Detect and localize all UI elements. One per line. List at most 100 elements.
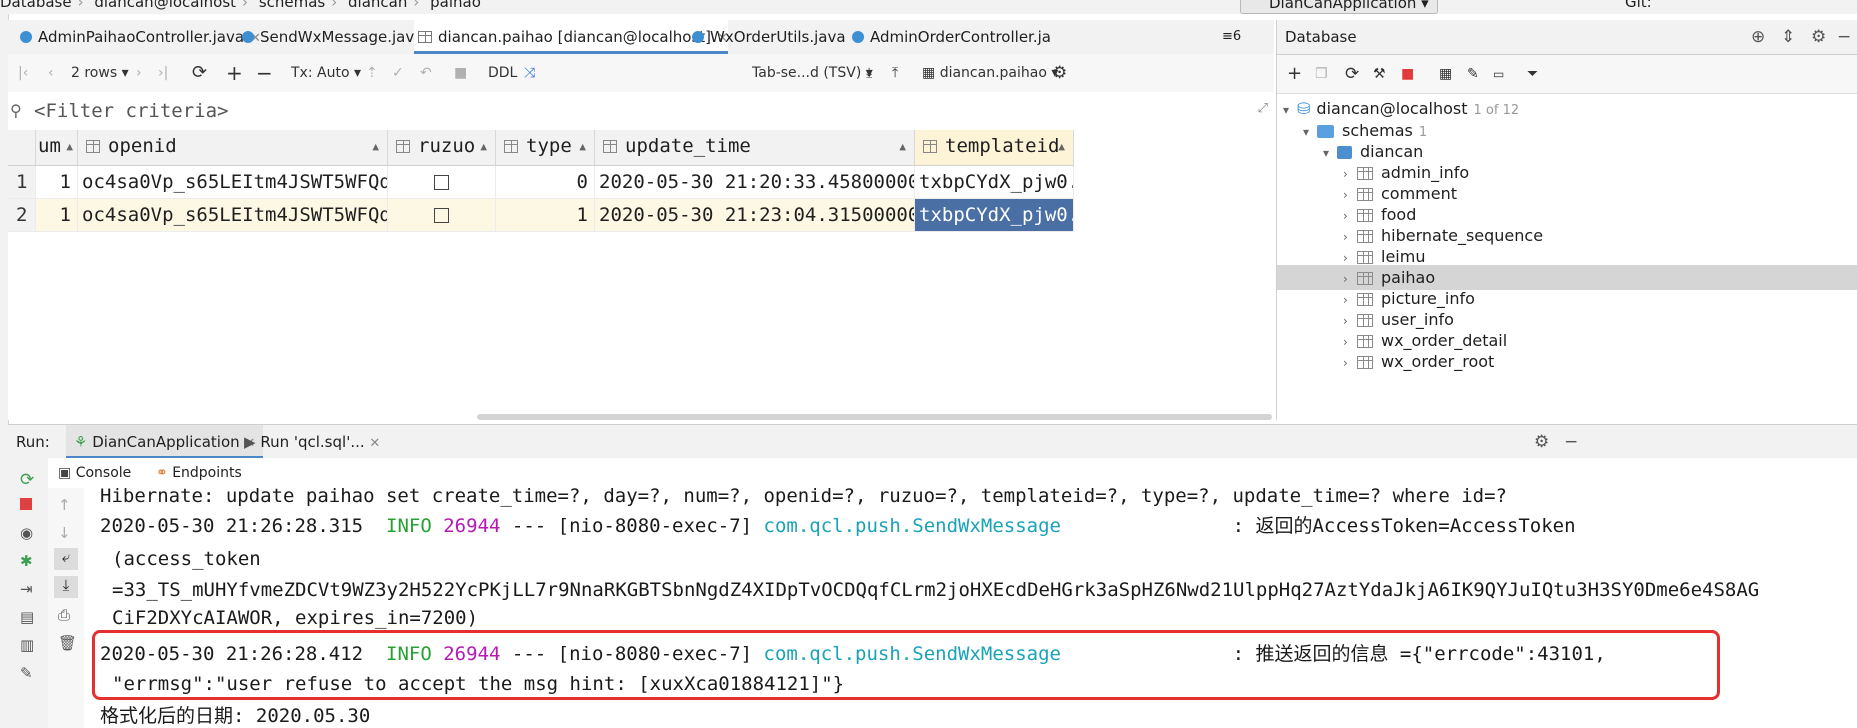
sort-icon[interactable]: ▲▼ bbox=[899, 131, 906, 165]
export-format-select[interactable]: Tab-se...d (TSV) ▾ bbox=[752, 54, 873, 92]
row-number[interactable]: 1 bbox=[8, 166, 36, 199]
copy-icon[interactable]: ❐ bbox=[1315, 55, 1328, 93]
sort-icon[interactable]: ▲▼ bbox=[372, 131, 379, 165]
sql-console-icon[interactable]: ▭ bbox=[1493, 55, 1504, 93]
trash-icon[interactable]: 🗑 bbox=[58, 634, 77, 652]
delete-row-icon[interactable]: − bbox=[256, 54, 273, 92]
filter-icon[interactable]: ⏷ bbox=[1527, 55, 1538, 93]
layout-icon[interactable]: ▤ bbox=[20, 608, 36, 626]
gear-icon[interactable]: ⚙ bbox=[1534, 425, 1549, 459]
up-arrow-icon[interactable]: ↑ bbox=[58, 496, 74, 514]
cell-templateid[interactable]: txbpCYdX_pjw0... bbox=[915, 166, 1074, 199]
cell-num[interactable]: 1 bbox=[36, 199, 78, 232]
add-icon[interactable]: + bbox=[1287, 55, 1302, 93]
commit-icon[interactable]: ⇡ bbox=[366, 54, 378, 92]
gear-icon[interactable]: ⚙ bbox=[1811, 20, 1826, 54]
tx-mode-select[interactable]: Tx: Auto ▾ bbox=[291, 54, 361, 92]
endpoints-tab[interactable]: ⚭ Endpoints bbox=[156, 458, 242, 488]
tab-diancan-paihao[interactable]: diancan.paihao [diancan@localhost] ✕ bbox=[414, 20, 728, 54]
rerun-icon[interactable]: ⟳ bbox=[20, 470, 36, 490]
sort-icon[interactable]: ▲▼ bbox=[66, 131, 73, 165]
expand-icon[interactable]: ⤢ bbox=[1258, 90, 1268, 128]
revert-icon[interactable]: ↶ bbox=[420, 54, 432, 92]
breadcrumb-item[interactable]: diancan bbox=[348, 0, 407, 11]
prev-page-icon[interactable]: ‹ bbox=[48, 54, 54, 92]
stop-icon[interactable]: ■ bbox=[1401, 55, 1414, 93]
close-icon[interactable]: ✕ bbox=[369, 436, 380, 451]
breadcrumb-item[interactable]: diancan@localhost bbox=[94, 0, 236, 11]
cell-openid[interactable]: oc4sa0Vp_s65LEItm4JSWT5WFQds bbox=[78, 166, 388, 199]
filter-input[interactable]: <Filter criteria> bbox=[34, 92, 228, 130]
cell-type[interactable]: 1 bbox=[496, 199, 595, 232]
cell-ruzuo[interactable] bbox=[388, 166, 496, 199]
run-icon: ▶ bbox=[244, 433, 256, 451]
tab-send-wx-message[interactable]: SendWxMessage.java✕ bbox=[236, 20, 440, 54]
check-icon[interactable]: ✓ bbox=[392, 54, 404, 92]
settings-gear-icon[interactable]: ⚙ bbox=[1052, 54, 1067, 92]
column-header-ruzuo[interactable]: ruzuo▲▼ bbox=[388, 130, 496, 166]
down-arrow-icon[interactable]: ↓ bbox=[58, 524, 74, 542]
table-view-icon[interactable]: ▦ bbox=[1439, 55, 1452, 93]
checkbox[interactable] bbox=[434, 208, 449, 223]
column-header-update-time[interactable]: update_time ▲▼ bbox=[595, 130, 915, 166]
tab-wx-order-utils[interactable]: WxOrderUtils.java✕ bbox=[686, 20, 862, 54]
filter-bar[interactable]: ⚲ <Filter criteria> ⤢ bbox=[8, 92, 1274, 131]
debug-icon[interactable]: ✱ bbox=[20, 552, 36, 570]
table-reference[interactable]: ▦ diancan.paihao ▾ bbox=[922, 54, 1058, 92]
last-page-icon[interactable]: ›| bbox=[158, 54, 168, 92]
sort-icon[interactable]: ▲▼ bbox=[1058, 131, 1065, 165]
column-header-num[interactable]: um▲▼ bbox=[36, 130, 78, 166]
tabs-overflow-button[interactable]: ≡6 bbox=[1218, 20, 1241, 54]
stop-icon[interactable] bbox=[20, 498, 32, 510]
cell-type[interactable]: 0 bbox=[496, 166, 595, 199]
breadcrumb-item[interactable]: schemas bbox=[259, 0, 325, 11]
tab-admin-order-controller[interactable]: AdminOrderController.ja bbox=[846, 20, 1051, 54]
column-header-openid[interactable]: openid ▲▼ bbox=[78, 130, 388, 166]
add-row-icon[interactable]: + bbox=[226, 54, 243, 92]
run-tab-sql[interactable]: ▶ Run 'qcl.sql'... ✕ bbox=[244, 425, 380, 459]
cell-openid[interactable]: oc4sa0Vp_s65LEItm4JSWT5WFQds bbox=[78, 199, 388, 232]
next-page-icon[interactable]: › bbox=[136, 54, 142, 92]
checkbox[interactable] bbox=[434, 175, 449, 190]
run-tab-diancan[interactable]: ⚘ DianCanApplication ✕ bbox=[66, 425, 264, 459]
sort-icon[interactable]: ▲▼ bbox=[579, 131, 586, 165]
tab-admin-paihao-controller[interactable]: AdminPaihaoController.java ✕ bbox=[14, 20, 261, 54]
minimize-icon[interactable]: − bbox=[1564, 425, 1578, 459]
target-icon[interactable]: ⊕ bbox=[1751, 20, 1765, 54]
console-tab[interactable]: ▣ Console bbox=[54, 458, 135, 488]
soft-wrap-icon[interactable]: ⤶ bbox=[54, 548, 78, 570]
cell-update-time[interactable]: 2020-05-30 21:23:04.315000000 bbox=[595, 199, 915, 232]
breadcrumb-item[interactable]: Database bbox=[0, 0, 72, 11]
edit-icon[interactable]: ✎ bbox=[1467, 55, 1479, 93]
properties-icon[interactable]: ⚒ bbox=[1373, 55, 1386, 93]
collapse-icon[interactable]: ⇕ bbox=[1781, 20, 1795, 54]
upload-icon[interactable]: ⤒ bbox=[892, 54, 898, 92]
row-number[interactable]: 2 bbox=[8, 199, 36, 232]
cell-templateid-selected[interactable]: txbpCYdX_pjw0... bbox=[915, 199, 1074, 232]
first-page-icon[interactable]: |‹ bbox=[18, 54, 28, 92]
compare-icon[interactable]: ⤨ bbox=[524, 54, 535, 92]
scroll-to-end-icon[interactable]: ⤓ bbox=[54, 576, 78, 598]
rows-select[interactable]: 2 rows ▾ bbox=[71, 54, 129, 92]
refresh-icon[interactable]: ⟳ bbox=[192, 54, 207, 92]
cell-num[interactable]: 1 bbox=[36, 166, 78, 199]
download-icon[interactable]: ⤓ bbox=[866, 54, 872, 92]
run-configuration-select[interactable]: DianCanApplication ▾ bbox=[1240, 0, 1438, 14]
refresh-icon[interactable]: ⟳ bbox=[1345, 55, 1359, 93]
stop-icon[interactable]: ■ bbox=[454, 54, 467, 92]
camera-icon[interactable]: ◉ bbox=[20, 524, 36, 542]
sort-icon[interactable]: ▲▼ bbox=[480, 131, 487, 165]
cell-ruzuo[interactable] bbox=[388, 199, 496, 232]
column-header-type[interactable]: type ▲▼ bbox=[496, 130, 595, 166]
ddl-button[interactable]: DDL bbox=[488, 54, 517, 92]
pin-icon[interactable]: ✎ bbox=[20, 664, 36, 682]
minimize-icon[interactable]: − bbox=[1837, 20, 1851, 54]
cell-update-time[interactable]: 2020-05-30 21:20:33.458000000 bbox=[595, 166, 915, 199]
print-icon[interactable]: ⎙ bbox=[58, 606, 74, 624]
layout-icon-2[interactable]: ▥ bbox=[20, 636, 36, 654]
login-icon[interactable]: ⇥ bbox=[20, 580, 36, 598]
horizontal-scrollbar[interactable] bbox=[477, 414, 1272, 420]
breadcrumb-item[interactable]: paihao bbox=[430, 0, 481, 11]
column-header-templateid[interactable]: templateid▲▼ bbox=[915, 130, 1074, 166]
tree-table[interactable]: › wx_order_root bbox=[1343, 349, 1494, 374]
